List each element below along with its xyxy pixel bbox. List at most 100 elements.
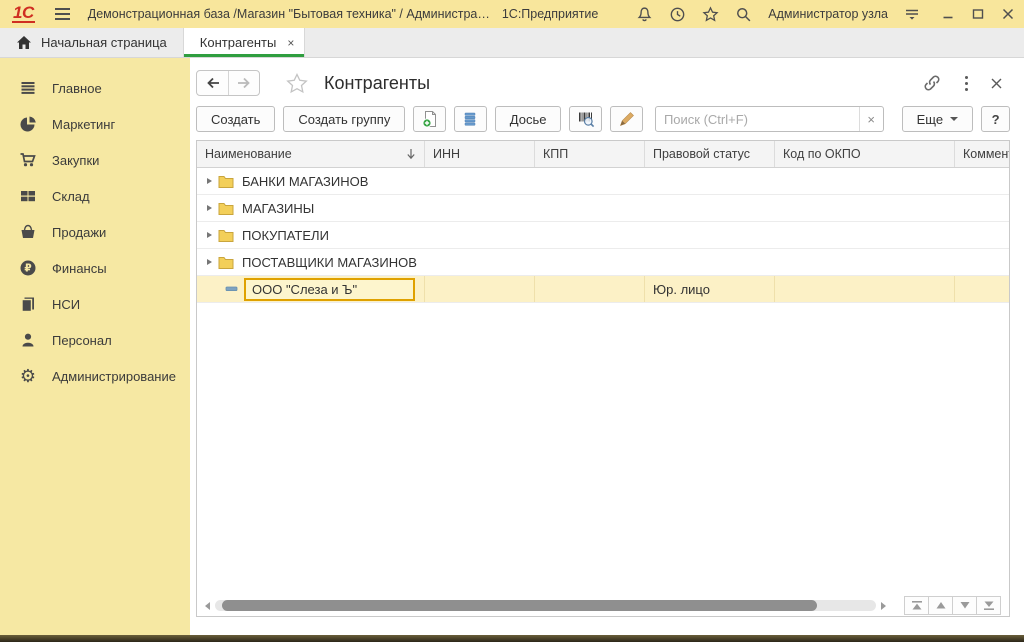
current-user[interactable]: Администратор узла	[768, 7, 888, 21]
cart-icon	[19, 151, 37, 169]
1c-logo: 1С	[12, 5, 35, 23]
section-sidebar: Главное Маркетинг Закупки Склад Продажи	[0, 58, 190, 635]
column-header-kpp[interactable]: КПП	[535, 141, 645, 167]
expand-arrow-icon[interactable]	[207, 259, 212, 265]
tab-home[interactable]: Начальная страница	[0, 28, 184, 57]
product-name: 1С:Предприятие	[502, 7, 599, 21]
more-actions-button[interactable]: Еще	[902, 106, 973, 132]
scroll-left-arrow[interactable]	[205, 602, 210, 610]
sidebar-item-personnel[interactable]: Персонал	[0, 322, 190, 358]
expand-arrow-icon[interactable]	[207, 178, 212, 184]
table-empty-space	[197, 303, 1009, 597]
column-header-comment[interactable]: Комментарий	[955, 141, 1009, 167]
contractors-table: Наименование ИНН КПП Правовой статус Код…	[196, 140, 1010, 617]
table-row-group[interactable]: ПОКУПАТЕЛИ	[197, 222, 1009, 249]
sidebar-item-label: Персонал	[52, 333, 112, 348]
global-search-icon[interactable]	[735, 6, 752, 23]
form-header: Контрагенты	[196, 64, 1010, 102]
list-settings-button[interactable]	[454, 106, 487, 132]
edit-pencil-button[interactable]	[610, 106, 643, 132]
tab-home-label: Начальная страница	[41, 35, 167, 50]
go-last-row-button[interactable]	[976, 596, 1001, 615]
go-first-row-button[interactable]	[904, 596, 929, 615]
scrollbar-thumb[interactable]	[222, 600, 817, 611]
close-form-icon[interactable]	[991, 78, 1002, 89]
gear-icon: ⚙	[19, 367, 37, 385]
sidebar-item-finance[interactable]: ₽ Финансы	[0, 250, 190, 286]
document-plus-icon	[421, 110, 439, 128]
expand-arrow-icon[interactable]	[207, 232, 212, 238]
cell-inn	[425, 276, 535, 302]
sidebar-item-marketing[interactable]: Маркетинг	[0, 106, 190, 142]
add-favorite-star-icon[interactable]	[286, 73, 308, 94]
get-link-icon[interactable]	[922, 73, 942, 93]
column-header-legal-status[interactable]: Правовой статус	[645, 141, 775, 167]
blocks-grid-icon	[19, 187, 37, 205]
tab-contractors-label: Контрагенты	[200, 35, 277, 50]
horizontal-scrollbar[interactable]	[215, 600, 876, 611]
main-menu-icon[interactable]	[55, 8, 70, 20]
close-window-button[interactable]	[1002, 8, 1014, 20]
window-titlebar: 1С Демонстрационная база /Магазин "Бытов…	[0, 0, 1024, 28]
barcode-search-button[interactable]	[569, 106, 602, 132]
chevron-down-icon	[950, 117, 958, 121]
dossier-button[interactable]: Досье	[495, 106, 562, 132]
menu-bars-icon	[19, 79, 37, 97]
focused-cell[interactable]: ООО "Слеза и Ъ"	[244, 278, 415, 301]
folder-icon	[218, 201, 234, 215]
sidebar-item-administration[interactable]: ⚙ Администрирование	[0, 358, 190, 394]
minimize-button[interactable]	[942, 8, 954, 20]
column-header-okpo[interactable]: Код по ОКПО	[775, 141, 955, 167]
search-input[interactable]	[656, 107, 859, 131]
history-nav	[196, 70, 260, 96]
svg-text:₽: ₽	[24, 263, 31, 275]
go-down-row-button[interactable]	[952, 596, 977, 615]
folder-icon	[218, 174, 234, 188]
sidebar-item-sales[interactable]: Продажи	[0, 214, 190, 250]
forward-button[interactable]	[228, 71, 259, 95]
sidebar-item-label: Закупки	[52, 153, 99, 168]
sidebar-item-purchases[interactable]: Закупки	[0, 142, 190, 178]
maximize-button[interactable]	[972, 8, 984, 20]
create-based-on-button[interactable]	[413, 106, 446, 132]
expand-arrow-icon[interactable]	[207, 205, 212, 211]
cell-okpo	[775, 276, 955, 302]
scroll-right-arrow[interactable]	[881, 602, 886, 610]
sidebar-item-label: Финансы	[52, 261, 107, 276]
column-header-name[interactable]: Наименование	[197, 141, 425, 167]
sidebar-item-label: Маркетинг	[52, 117, 115, 132]
group-name: ПОСТАВЩИКИ МАГАЗИНОВ	[242, 255, 417, 270]
notifications-bell-icon[interactable]	[636, 6, 653, 23]
tab-contractors[interactable]: Контрагенты ×	[184, 28, 306, 57]
group-name: МАГАЗИНЫ	[242, 201, 314, 216]
history-icon[interactable]	[669, 6, 686, 23]
back-button[interactable]	[197, 71, 228, 95]
favorites-star-icon[interactable]	[702, 6, 719, 23]
item-dash-icon	[225, 286, 238, 292]
home-icon	[16, 35, 32, 50]
create-button[interactable]: Создать	[196, 106, 275, 132]
table-row-group[interactable]: МАГАЗИНЫ	[197, 195, 1009, 222]
window-title: Демонстрационная база /Магазин "Бытовая …	[88, 7, 490, 21]
sidebar-item-nsi[interactable]: НСИ	[0, 286, 190, 322]
sidebar-item-label: Администрирование	[52, 369, 176, 384]
table-row-group[interactable]: ПОСТАВЩИКИ МАГАЗИНОВ	[197, 249, 1009, 276]
sidebar-item-main[interactable]: Главное	[0, 70, 190, 106]
column-header-inn[interactable]: ИНН	[425, 141, 535, 167]
tab-close-icon[interactable]: ×	[287, 36, 294, 50]
clear-search-icon[interactable]: ×	[859, 107, 883, 131]
more-menu-dots-icon[interactable]	[964, 75, 969, 92]
sidebar-item-label: Продажи	[52, 225, 106, 240]
create-group-button[interactable]: Создать группу	[283, 106, 405, 132]
basket-icon	[19, 223, 37, 241]
sidebar-item-warehouse[interactable]: Склад	[0, 178, 190, 214]
table-row-selected[interactable]: ООО "Слеза и Ъ" Юр. лицо	[197, 276, 1009, 303]
table-row-group[interactable]: БАНКИ МАГАЗИНОВ	[197, 168, 1009, 195]
go-up-row-button[interactable]	[928, 596, 953, 615]
cell-kpp	[535, 276, 645, 302]
user-menu-icon[interactable]	[904, 6, 920, 22]
ruble-circle-icon: ₽	[19, 259, 37, 277]
group-name: ПОКУПАТЕЛИ	[242, 228, 329, 243]
help-button[interactable]: ?	[981, 106, 1010, 132]
person-icon	[19, 331, 37, 349]
